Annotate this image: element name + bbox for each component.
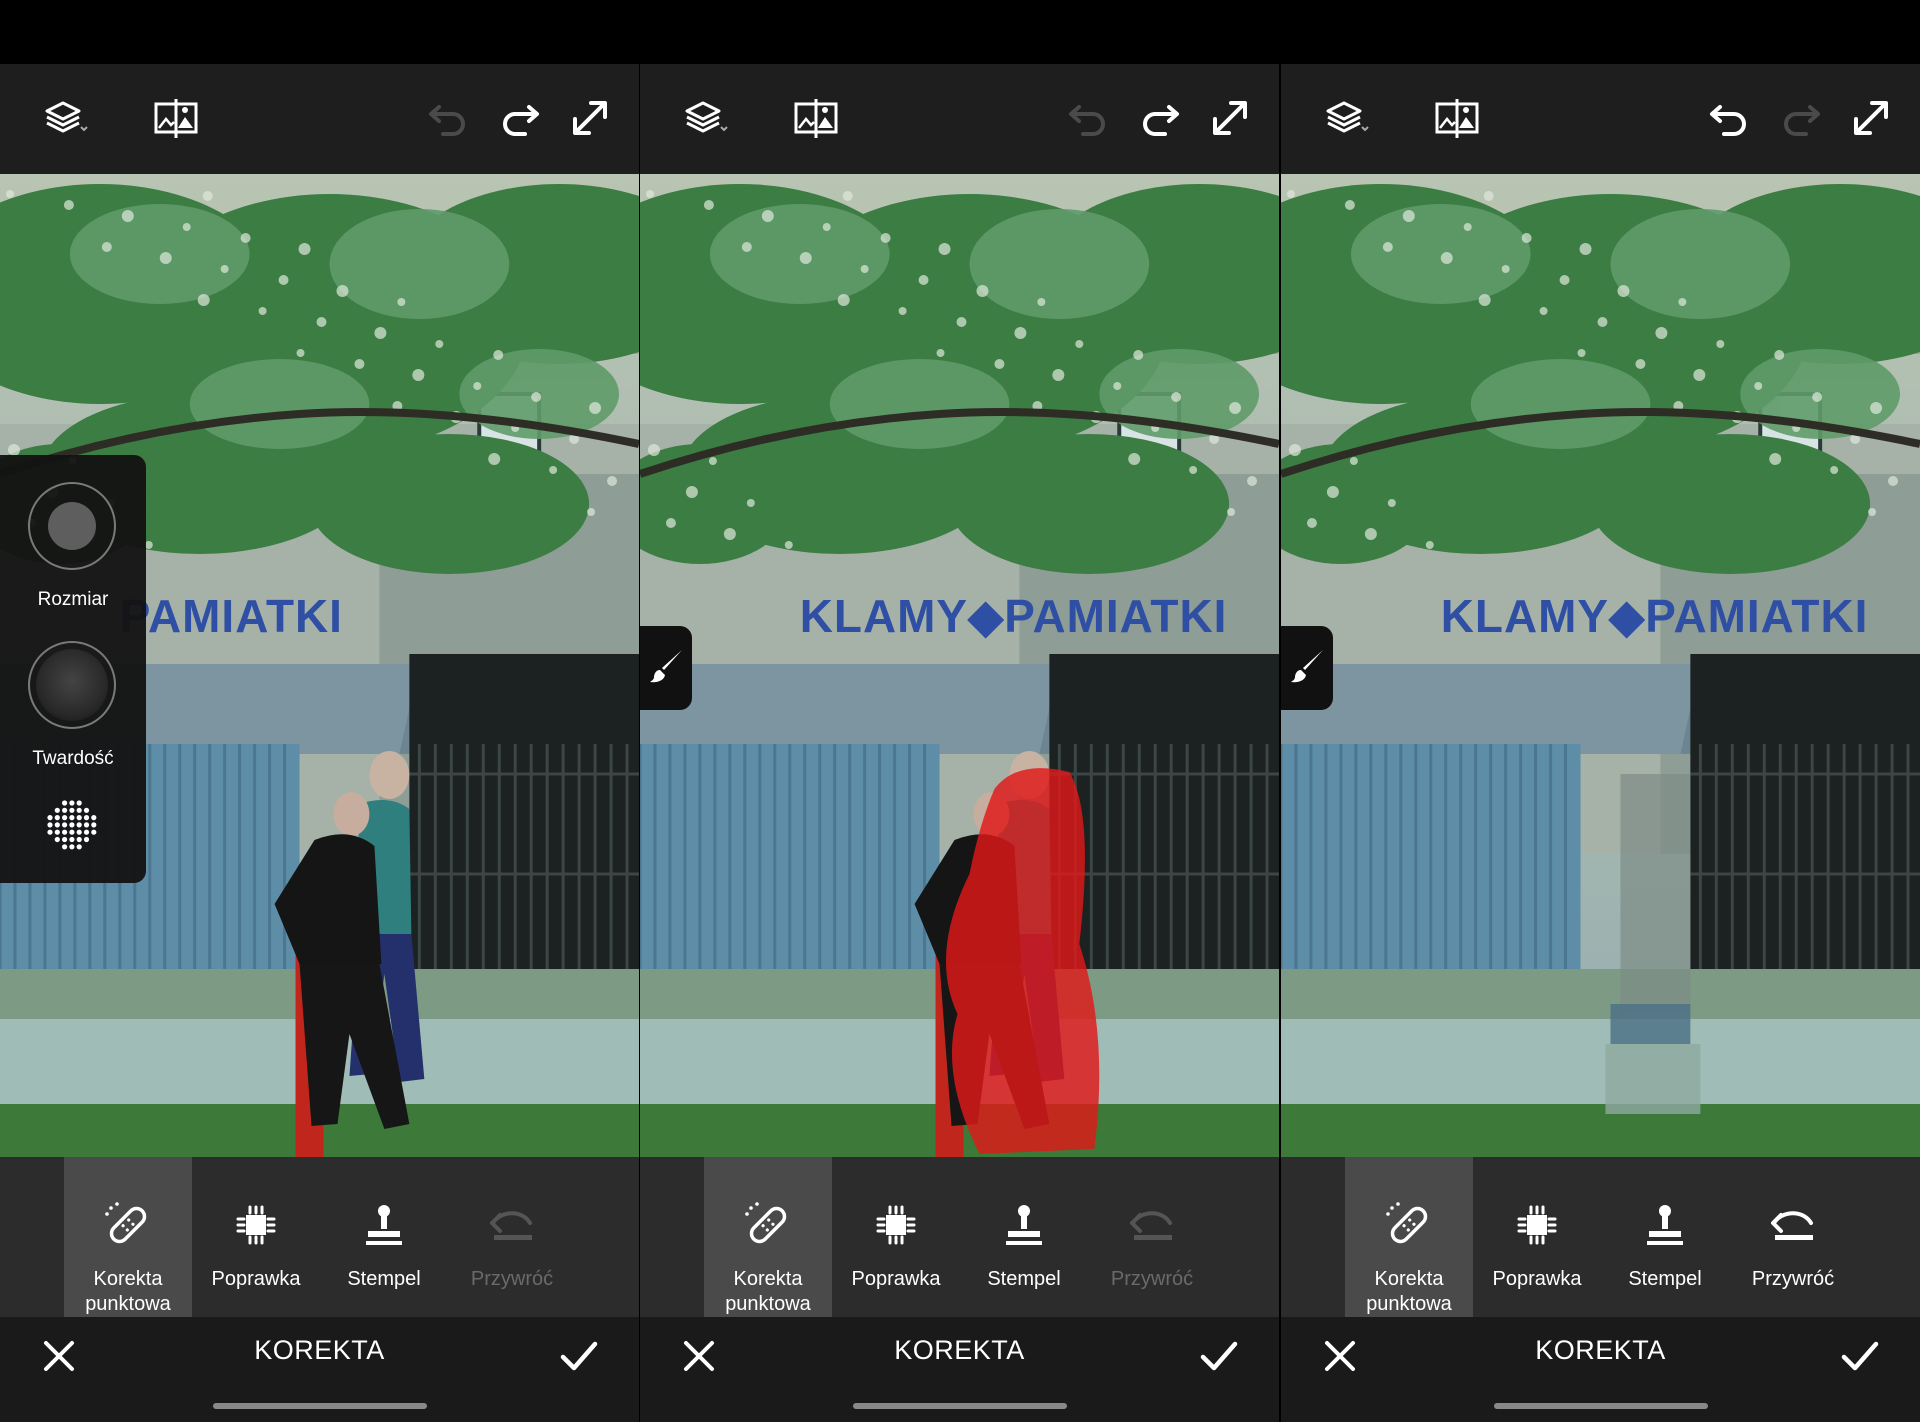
brush-hardness-label: Twardość [32, 748, 114, 769]
mode-title: KOREKTA [894, 1335, 1025, 1365]
stamp-icon [320, 1199, 448, 1251]
tool-stamp[interactable]: Stempel [960, 1157, 1088, 1317]
status-bar [1281, 0, 1920, 64]
brush-settings-button[interactable] [1281, 626, 1333, 710]
tool-patch[interactable]: Poprawka [1473, 1157, 1601, 1317]
patch-icon [1473, 1199, 1601, 1251]
mode-title: KOREKTA [1535, 1335, 1666, 1365]
status-bar [0, 0, 639, 64]
shop-sign-text: KLAMY◆PAMIATKI [800, 590, 1228, 642]
tool-label: Korekta punktowa [85, 1268, 171, 1315]
home-indicator[interactable] [853, 1403, 1067, 1409]
tool-label: Przywróć [470, 1268, 554, 1290]
tool-label: Stempel [347, 1268, 421, 1290]
stamp-icon [1601, 1199, 1729, 1251]
redo-icon[interactable] [1134, 92, 1186, 144]
fullscreen-icon[interactable] [1204, 92, 1256, 144]
tool-patch[interactable]: Poprawka [192, 1157, 320, 1317]
fullscreen-icon[interactable] [1845, 92, 1897, 144]
tools-bar: Korekta punktowa Poprawka Stempel Przywró… [640, 1157, 1279, 1317]
tool-stamp[interactable]: Stempel [1601, 1157, 1729, 1317]
restore-icon [1729, 1199, 1857, 1251]
tool-label: Przywróć [1751, 1268, 1835, 1290]
bandage-icon [64, 1199, 192, 1251]
tool-label: Poprawka [1492, 1268, 1582, 1290]
layers-icon[interactable] [1321, 92, 1373, 144]
undo-icon[interactable] [1703, 92, 1755, 144]
stamp-icon [960, 1199, 1088, 1251]
brush-settings-button[interactable] [640, 626, 692, 710]
home-indicator[interactable] [1494, 1403, 1708, 1409]
brush-size-label: Rozmiar [37, 589, 109, 610]
tool-restore[interactable]: Przywróć [448, 1157, 576, 1317]
compare-icon[interactable] [790, 92, 842, 144]
restore-icon [1088, 1199, 1216, 1251]
tool-label: Korekta punktowa [725, 1268, 811, 1315]
mode-title: KOREKTA [254, 1335, 385, 1365]
tool-label: Stempel [987, 1268, 1061, 1290]
bandage-icon [704, 1199, 832, 1251]
undo-icon[interactable] [422, 92, 474, 144]
tool-restore[interactable]: Przywróć [1088, 1157, 1216, 1317]
home-indicator[interactable] [213, 1403, 427, 1409]
patch-icon [192, 1199, 320, 1251]
tool-patch[interactable]: Poprawka [832, 1157, 960, 1317]
tool-bandage[interactable]: Korekta punktowa [704, 1157, 832, 1317]
compare-icon[interactable] [150, 92, 202, 144]
confirm-check-icon[interactable] [558, 1335, 600, 1377]
tools-bar: Korekta punktowa Poprawka Stempel Przywró… [1281, 1157, 1920, 1317]
shop-sign-text: PAMIATKI [120, 590, 343, 642]
redo-icon[interactable] [1775, 92, 1827, 144]
bandage-icon [1345, 1199, 1473, 1251]
restore-icon [448, 1199, 576, 1251]
tool-label: Poprawka [851, 1268, 941, 1290]
compare-icon[interactable] [1431, 92, 1483, 144]
editor-screen-1: PAMIATKI Rozmiar Twardość Korekta punkto… [0, 0, 639, 1422]
shop-sign-text: KLAMY◆PAMIATKI [1441, 590, 1869, 642]
tool-label: Korekta punktowa [1366, 1268, 1452, 1315]
editor-screen-2: KLAMY◆PAMIATKI Korekta punktowa Poprawka… [640, 0, 1279, 1422]
layers-icon[interactable] [680, 92, 732, 144]
brush-settings-panel: Rozmiar Twardość [0, 455, 146, 883]
brush-hardness-control[interactable] [28, 641, 116, 729]
photo-canvas[interactable]: KLAMY◆PAMIATKI [640, 174, 1279, 1157]
photo-canvas[interactable]: KLAMY◆PAMIATKI [1281, 174, 1920, 1157]
brush-icon [1287, 646, 1327, 691]
brush-icon [646, 646, 686, 691]
tool-bandage[interactable]: Korekta punktowa [1345, 1157, 1473, 1317]
status-bar [640, 0, 1279, 64]
tools-bar: Korekta punktowa Poprawka Stempel Przywró… [0, 1157, 639, 1317]
tool-restore[interactable]: Przywróć [1729, 1157, 1857, 1317]
patch-icon [832, 1199, 960, 1251]
redo-icon[interactable] [494, 92, 546, 144]
tool-label: Przywróć [1110, 1268, 1194, 1290]
tool-bandage[interactable]: Korekta punktowa [64, 1157, 192, 1317]
brush-opacity-dots-icon[interactable] [44, 797, 100, 853]
brush-size-control[interactable] [28, 482, 116, 570]
tool-label: Poprawka [211, 1268, 301, 1290]
editor-screen-3: KLAMY◆PAMIATKI Korekta punktowa Poprawka… [1281, 0, 1920, 1422]
confirm-check-icon[interactable] [1198, 1335, 1240, 1377]
fullscreen-icon[interactable] [564, 92, 616, 144]
undo-icon[interactable] [1062, 92, 1114, 144]
layers-icon[interactable] [40, 92, 92, 144]
confirm-check-icon[interactable] [1839, 1335, 1881, 1377]
tool-label: Stempel [1628, 1268, 1702, 1290]
tool-stamp[interactable]: Stempel [320, 1157, 448, 1317]
